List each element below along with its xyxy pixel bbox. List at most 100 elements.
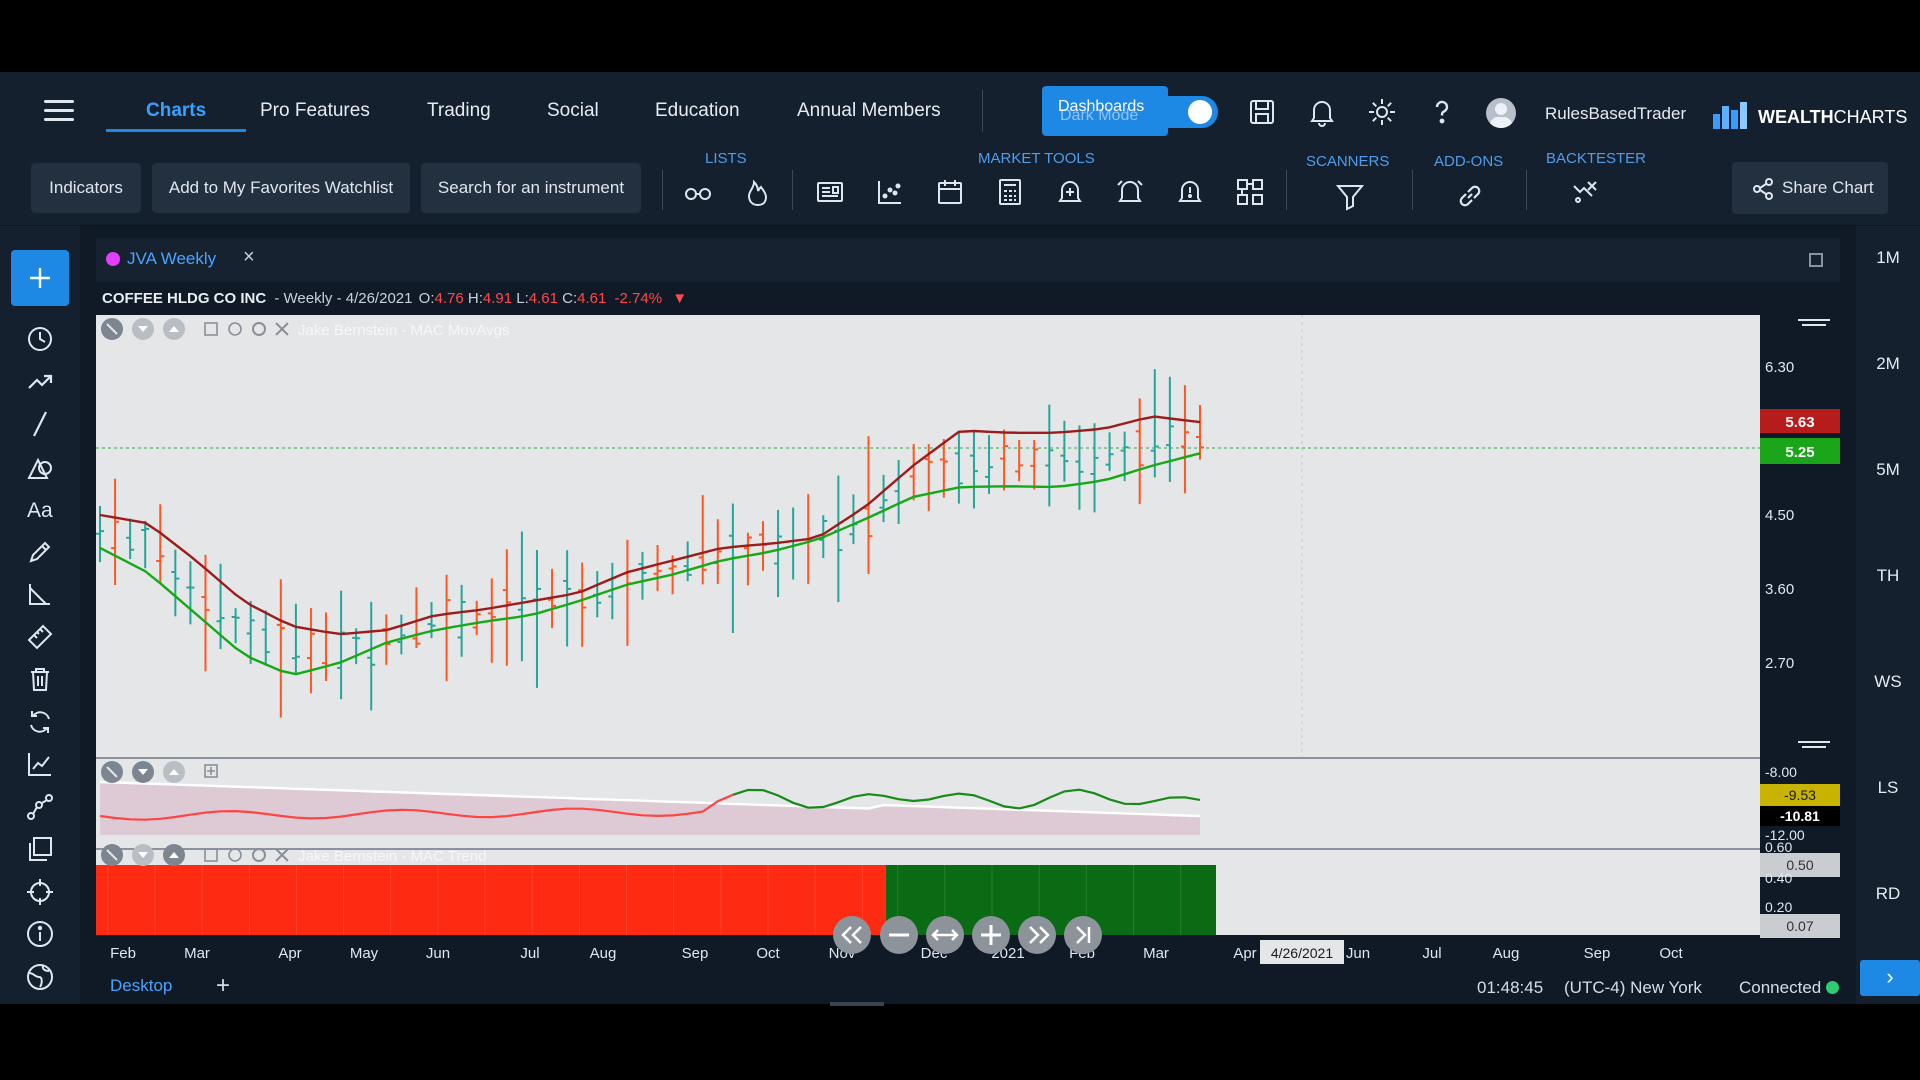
high-value: 4.91	[482, 290, 513, 307]
connection-indicator-icon	[1826, 981, 1839, 994]
info-tool[interactable]	[11, 913, 69, 955]
toolbar-divider	[792, 170, 793, 210]
calendar-icon[interactable]	[934, 176, 966, 208]
save-icon[interactable]	[1246, 96, 1278, 128]
dark-mode-toggle[interactable]	[1152, 96, 1218, 128]
nav-tab-charts[interactable]: Charts	[146, 100, 206, 122]
info-icon	[27, 921, 53, 947]
hamburger-menu-icon[interactable]	[44, 100, 74, 122]
preset-th[interactable]: TH	[1856, 566, 1920, 586]
node-tool[interactable]	[11, 786, 69, 828]
angle-tool[interactable]	[11, 573, 69, 615]
brand-bold: WEALTH	[1758, 107, 1834, 127]
time-tick-label: Mar	[184, 945, 210, 962]
target-tool[interactable]	[11, 871, 69, 913]
refresh-tool[interactable]	[11, 701, 69, 743]
alert-list-icon[interactable]	[1174, 176, 1206, 208]
time-tick-label: Apr	[1233, 945, 1256, 962]
lists-label: LISTS	[705, 150, 747, 167]
drawing-tools-sidebar: Aa	[0, 226, 80, 1004]
calculator-icon[interactable]	[994, 176, 1026, 208]
nav-tab-trading[interactable]: Trading	[427, 100, 491, 122]
line-tool[interactable]	[11, 403, 69, 445]
ruler-tool[interactable]	[11, 616, 69, 658]
text-tool[interactable]: Aa	[11, 488, 69, 530]
preset-ws[interactable]: WS	[1856, 672, 1920, 692]
chart-tab-label: JVA Weekly	[127, 249, 217, 268]
status-bar: Desktop + 01:48:45 (UTC-4) New York Conn…	[96, 970, 1856, 1004]
trend-indicator-title: Jake Bernstein - MAC Trend	[298, 848, 486, 865]
addons-label: ADD-ONS	[1434, 153, 1504, 170]
news-icon[interactable]	[814, 176, 846, 208]
help-icon[interactable]	[1426, 96, 1458, 128]
delete-tool[interactable]	[11, 658, 69, 700]
chevron-right-icon: ›	[1886, 964, 1894, 989]
interval-date: - Weekly - 4/26/2021	[274, 290, 413, 307]
active-tab-underline	[106, 129, 246, 132]
osc-value-label-2: -10.81	[1780, 808, 1820, 824]
scatter-plot-icon[interactable]	[874, 176, 906, 208]
maximize-icon[interactable]	[1809, 253, 1823, 267]
share-chart-button[interactable]: Share Chart	[1732, 162, 1888, 214]
chart-type-tool[interactable]	[11, 743, 69, 785]
search-instrument-button[interactable]: Search for an instrument	[421, 163, 641, 213]
symbol-name: COFFEE HLDG CO INC	[102, 290, 267, 307]
link-icon[interactable]	[1454, 180, 1486, 212]
shapes-tool[interactable]	[11, 446, 69, 488]
trend-arrow-icon	[28, 374, 53, 389]
avatar[interactable]	[1486, 98, 1516, 128]
heatmap-icon[interactable]	[1234, 176, 1266, 208]
toolbar-divider	[662, 170, 663, 210]
connection-status: Connected	[1739, 978, 1822, 997]
bell-icon[interactable]	[1306, 96, 1338, 128]
time-tick-label: May	[350, 945, 379, 962]
backtester-icon[interactable]	[1568, 176, 1600, 208]
nav-tab-social[interactable]: Social	[547, 100, 599, 122]
nav-tab-pro-features[interactable]: Pro Features	[260, 100, 370, 122]
alarm-bell-icon[interactable]	[1114, 176, 1146, 208]
preset-ls[interactable]: LS	[1856, 778, 1920, 798]
trend-segment-bearish	[96, 865, 886, 935]
price-tick-label: 6.30	[1765, 359, 1794, 376]
scroll-end-button[interactable]	[1064, 916, 1102, 954]
pencil-tool[interactable]	[11, 531, 69, 573]
low-label: L:	[516, 290, 529, 307]
price-chart[interactable]: Jake Bernstein - MAC MovAvgs 6.30 4.50 3…	[96, 310, 1840, 970]
clock-tool[interactable]	[11, 318, 69, 360]
nav-tab-education[interactable]: Education	[655, 100, 740, 122]
filter-icon[interactable]	[1334, 180, 1366, 212]
crosshair-add-tool[interactable]	[11, 250, 69, 306]
price-tick-label: 2.70	[1765, 655, 1794, 672]
glasses-icon[interactable]	[682, 176, 714, 208]
timeframe-5m[interactable]: 5M	[1856, 460, 1920, 480]
scanners-label: SCANNERS	[1306, 153, 1390, 170]
gear-icon[interactable]	[1366, 96, 1398, 128]
expand-sidebar-button[interactable]: ›	[1860, 960, 1920, 996]
add-to-favorites-button[interactable]: Add to My Favorites Watchlist	[152, 163, 410, 213]
nav-tab-annual-members[interactable]: Annual Members	[797, 100, 941, 122]
shapes-icon	[27, 457, 52, 479]
time-tick-label: Aug	[590, 945, 617, 962]
trend-tool[interactable]	[11, 360, 69, 402]
timezone[interactable]: (UTC-4) New York	[1564, 978, 1702, 998]
pencil-icon	[29, 541, 51, 563]
preset-rd[interactable]: RD	[1856, 884, 1920, 904]
dashboards-button[interactable]: Dark Mode Dashboards	[1042, 86, 1168, 136]
osc-value-label-1: -9.53	[1784, 787, 1816, 803]
alert-add-icon[interactable]	[1054, 176, 1086, 208]
trash-icon	[31, 668, 49, 691]
svg-text:Aa: Aa	[27, 499, 53, 522]
layers-tool[interactable]	[11, 828, 69, 870]
time-tick-label: Oct	[756, 945, 780, 962]
indicators-button[interactable]: Indicators	[31, 163, 141, 213]
timeframe-sidebar: 1M 2M 5M TH WS LS RD ›	[1856, 226, 1920, 1004]
close-icon[interactable]: ×	[243, 246, 255, 269]
desktop-tab[interactable]: Desktop	[110, 976, 172, 996]
flame-icon[interactable]	[742, 176, 774, 208]
high-label: H:	[467, 290, 483, 307]
timeframe-2m[interactable]: 2M	[1856, 354, 1920, 374]
globe-tool[interactable]	[11, 956, 69, 998]
username[interactable]: RulesBasedTrader	[1545, 104, 1686, 124]
timeframe-1m[interactable]: 1M	[1856, 248, 1920, 268]
add-desktop-icon[interactable]: +	[216, 972, 230, 1000]
